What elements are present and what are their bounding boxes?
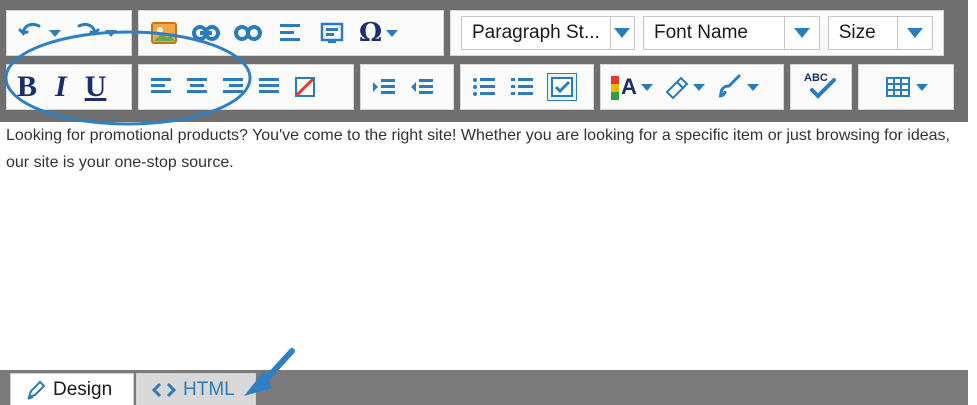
tab-html-label: HTML: [183, 378, 235, 400]
chevron-down-icon: [386, 29, 399, 37]
text-color-icon: A: [611, 74, 637, 100]
size-value: Size: [838, 22, 876, 43]
underline-button[interactable]: U: [85, 70, 107, 104]
brush-button[interactable]: [715, 70, 759, 104]
history-group: [6, 10, 132, 56]
spellcheck-label: ABC: [804, 72, 828, 84]
align-center-icon[interactable]: [185, 75, 209, 99]
code-icon: [151, 381, 177, 399]
chevron-down-icon: [692, 83, 705, 91]
tab-html[interactable]: HTML: [136, 373, 256, 405]
list-group: [460, 64, 594, 110]
undo-button[interactable]: [17, 16, 61, 50]
tab-design[interactable]: Design: [10, 373, 134, 405]
unordered-list-icon[interactable]: [509, 75, 535, 99]
chevron-down-icon: [105, 29, 117, 37]
clear-format-icon[interactable]: [293, 75, 317, 99]
media-icon: [319, 21, 345, 45]
paragraph-button[interactable]: [275, 16, 305, 50]
chevron-down-icon: [746, 83, 759, 91]
paragraph-icon: [277, 21, 303, 45]
outdent-icon[interactable]: [409, 75, 435, 99]
insert-symbol-button[interactable]: Ω: [359, 16, 399, 50]
spellcheck-group: ABC: [790, 64, 852, 110]
pencil-icon: [25, 379, 47, 401]
alignment-group: [138, 64, 354, 110]
editor-content[interactable]: Looking for promotional products? You've…: [0, 122, 968, 370]
view-tab-bar: Design HTML: [0, 370, 968, 405]
toolbar-row-2: B I U A ABC: [6, 62, 960, 112]
paragraph-style-dropdown[interactable]: Paragraph St...: [461, 16, 635, 50]
align-right-icon[interactable]: [221, 75, 245, 99]
chevron-down-icon: [916, 83, 928, 91]
align-left-icon[interactable]: [149, 75, 173, 99]
indent-icon[interactable]: [371, 75, 397, 99]
highlight-icon: [663, 74, 689, 100]
font-name-dropdown[interactable]: Font Name: [643, 16, 820, 50]
style-group: Paragraph St... Font Name Size: [450, 10, 944, 56]
omega-icon: Ω: [359, 18, 383, 48]
paragraph-style-value: Paragraph St...: [472, 22, 600, 43]
justify-icon[interactable]: [257, 75, 281, 99]
insert-link-button[interactable]: [191, 16, 221, 50]
color-group: A: [600, 64, 784, 110]
table-group: [858, 64, 954, 110]
size-dropdown[interactable]: Size: [827, 16, 933, 50]
image-icon: [149, 19, 179, 47]
insert-table-button[interactable]: [884, 70, 928, 104]
chevron-down-icon: [49, 29, 61, 37]
chevron-down-icon: [640, 83, 653, 91]
content-text: Looking for promotional products? You've…: [6, 127, 950, 171]
undo-icon: [17, 20, 45, 46]
rich-text-editor: Ω Paragraph St... Font Name Size B I U A…: [0, 0, 968, 405]
checkbox-icon[interactable]: [547, 73, 577, 101]
ordered-list-icon[interactable]: [471, 75, 497, 99]
insert-group: Ω: [138, 10, 444, 56]
unlink-button[interactable]: [233, 16, 263, 50]
insert-media-button[interactable]: [317, 16, 347, 50]
chevron-down-icon: [614, 28, 631, 38]
tab-design-label: Design: [53, 378, 113, 400]
table-icon: [884, 75, 912, 99]
font-name-toggle[interactable]: [783, 17, 819, 49]
indent-group: [360, 64, 454, 110]
link-icon: [191, 24, 221, 42]
highlight-button[interactable]: [663, 70, 705, 104]
chevron-down-icon: [793, 28, 810, 38]
toolbar-row-1: Ω Paragraph St... Font Name Size: [6, 8, 960, 58]
editor-toolbar: Ω Paragraph St... Font Name Size B I U A…: [0, 0, 968, 122]
insert-image-button[interactable]: [149, 16, 179, 50]
chevron-down-icon: [907, 28, 923, 38]
spellcheck-icon[interactable]: ABC: [804, 72, 838, 102]
brush-icon: [715, 74, 743, 100]
text-color-label: A: [621, 74, 637, 99]
bold-button[interactable]: B: [17, 70, 37, 104]
unlink-icon: [233, 24, 263, 42]
redo-button[interactable]: [73, 16, 117, 50]
redo-icon: [73, 20, 101, 46]
text-color-button[interactable]: A: [611, 70, 653, 104]
size-toggle[interactable]: [897, 17, 932, 49]
paragraph-style-toggle[interactable]: [609, 17, 634, 49]
font-name-value: Font Name: [654, 22, 748, 43]
italic-button[interactable]: I: [55, 70, 67, 104]
format-group: B I U: [6, 64, 132, 110]
